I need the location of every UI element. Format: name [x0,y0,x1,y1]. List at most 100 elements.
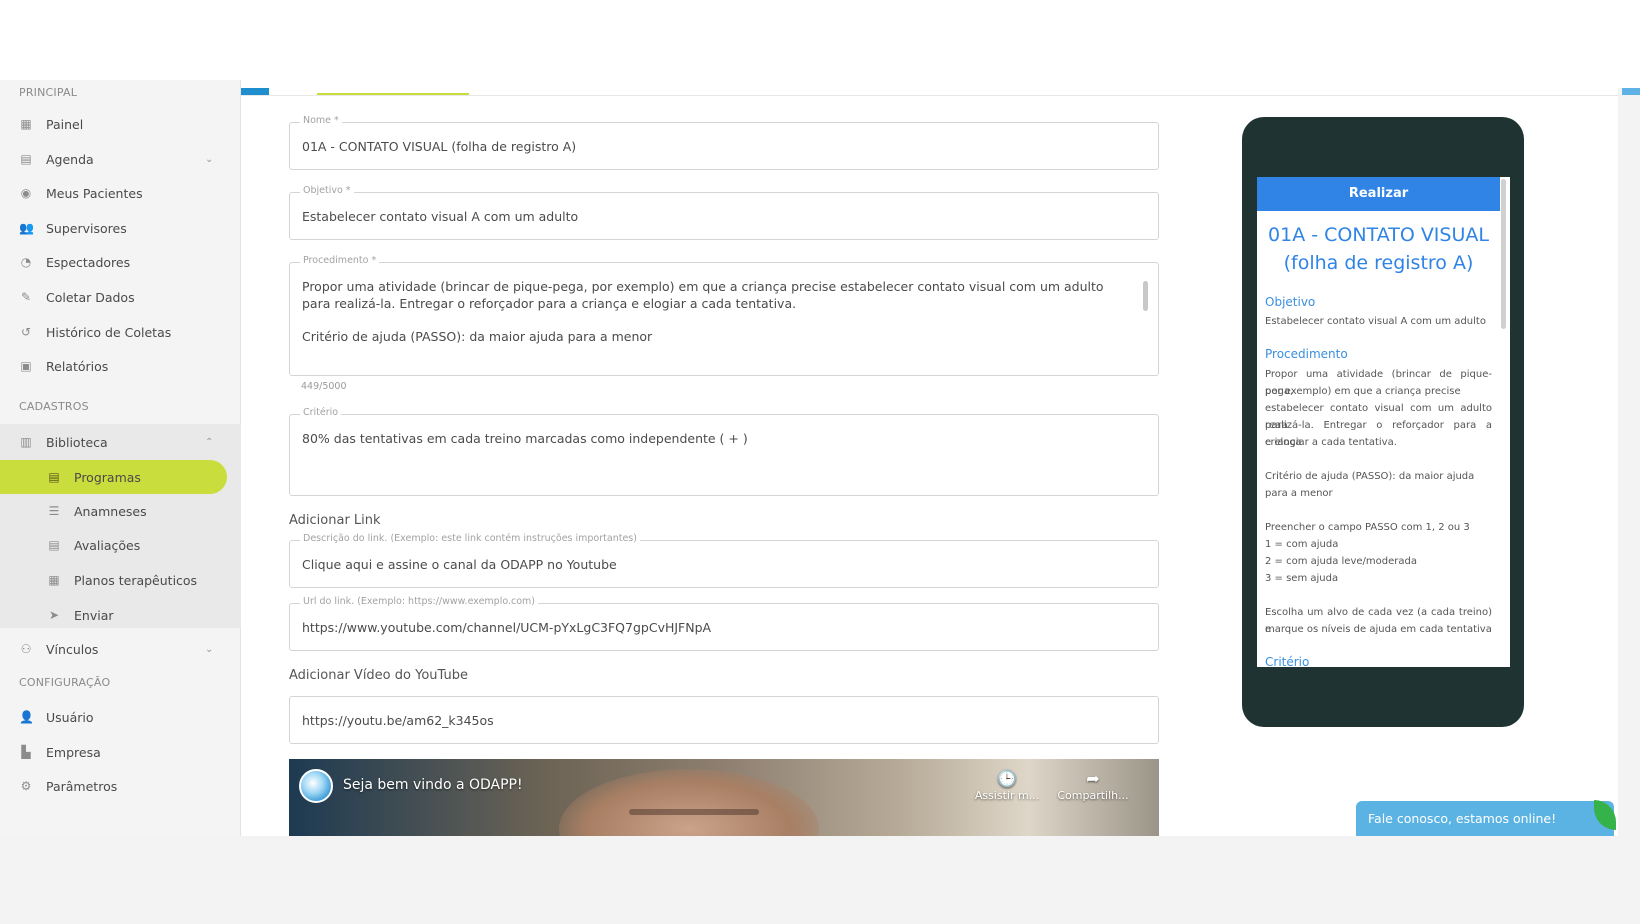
field-value: 01A - CONTATO VISUAL (folha de registro … [302,139,577,154]
sidebar-item-empresa[interactable]: ▙ Empresa [0,735,241,769]
sidebar-item-coletar-dados[interactable]: ✎ Coletar Dados [0,280,241,314]
sidebar-item-label: Supervisores [46,220,127,236]
field-value: Clique aqui e assine o canal da ODAPP no… [302,557,617,572]
history-icon: ↺ [20,325,32,339]
preview-text-line: e elogiar a cada tentativa. [1265,437,1397,448]
sidebar-item-programas[interactable]: ▤ Programas [0,460,241,494]
sidebar-item-label: Anamneses [74,503,147,519]
top-band [0,0,1640,88]
preview-text-line: Preencher o campo PASSO com 1, 2 ou 3 [1265,522,1470,533]
sidebar-item-label: Programas [74,469,141,485]
watch-later-button[interactable]: 🕒 Assistir m... [967,769,1047,802]
link-description-field[interactable]: Descrição do link. (Exemplo: este link c… [289,533,1159,588]
gear-icon: ⚙ [20,779,32,793]
char-counter: 449/5000 [301,381,347,392]
sidebar-item-parametros[interactable]: ⚙ Parâmetros [0,769,241,803]
preview-text-line: Critério de ajuda (PASSO): da maior ajud… [1265,471,1475,482]
field-label: Procedimento * [300,255,380,266]
sidebar-item-label: Planos terapêuticos [74,572,198,588]
section-principal: PRINCIPAL [19,86,78,99]
field-value: https://youtu.be/am62_k345os [302,713,494,728]
nome-field[interactable]: Nome * 01A - CONTATO VISUAL (folha de re… [289,115,1159,170]
sidebar-item-supervisores[interactable]: 👥 Supervisores [0,211,241,245]
preview-title: 01A - CONTATO VISUAL (folha de registro … [1257,221,1500,277]
preview-procedimento-heading: Procedimento [1265,347,1348,361]
field-label: Url do link. (Exemplo: https://www.exemp… [300,596,539,607]
sidebar-item-label: Biblioteca [46,434,108,450]
video-thumbnail-eyes [629,809,759,815]
sidebar-item-label: Espectadores [46,254,131,270]
preview-objetivo-heading: Objetivo [1265,295,1316,309]
sidebar-item-espectadores[interactable]: ◔ Espectadores [0,245,241,279]
network-icon: ⚇ [20,642,32,656]
sidebar-item-label: Vínculos [46,641,99,657]
procedimento-textarea[interactable]: Procedimento * Propor uma atividade (bri… [289,255,1159,376]
channel-logo-icon[interactable] [299,769,333,803]
sidebar-item-usuario[interactable]: 👤 Usuário [0,700,241,734]
chevron-up-icon: ⌃ [205,436,214,448]
sidebar-item-label: Relatórios [46,358,109,374]
textarea-scrollbar[interactable] [1143,281,1148,311]
sidebar-item-meus-pacientes[interactable]: ◉ Meus Pacientes [0,176,241,210]
video-section-heading: Adicionar Vídeo do YouTube [289,668,468,683]
sidebar-item-label: Histórico de Coletas [46,324,172,340]
viewer-icon: ◔ [20,255,32,269]
preview-criterio-heading: Critério [1265,655,1310,667]
criterio-textarea[interactable]: Critério 80% das tentativas em cada trei… [289,407,1159,496]
sidebar-item-avaliacoes[interactable]: ▤ Avaliações [0,528,241,562]
realizar-button[interactable]: Realizar [1257,177,1500,211]
calendar-icon: ▤ [20,152,32,166]
sidebar-item-planos[interactable]: ▦ Planos terapêuticos [0,563,241,597]
preview-title-line: 01A - CONTATO VISUAL [1268,224,1489,246]
field-value: 80% das tentativas em cada treino marcad… [302,431,748,446]
document-icon: ▤ [48,470,60,484]
tab-accent [241,88,269,95]
section-configuracao: CONFIGURAÇÃO [19,676,111,689]
sidebar-item-relatorios[interactable]: ▣ Relatórios [0,349,241,383]
eye-icon: ◉ [20,186,32,200]
video-thumbnail-face [559,769,819,836]
youtube-url-field[interactable]: https://youtu.be/am62_k345os [289,696,1159,744]
list-icon: ☰ [48,504,60,518]
field-label: Nome * [300,115,342,126]
plan-icon: ▦ [48,573,60,587]
link-url-field[interactable]: Url do link. (Exemplo: https://www.exemp… [289,596,1159,651]
preview-scrollbar[interactable] [1501,179,1506,329]
textarea-line: para realizá-la. Entregar o reforçador p… [302,296,797,311]
objetivo-field[interactable]: Objetivo * Estabelecer contato visual A … [289,185,1159,240]
chat-widget[interactable]: Fale conosco, estamos online! [1356,801,1614,836]
preview-text-line: 2 = com ajuda leve/moderada [1265,556,1417,567]
clock-icon: 🕒 [997,769,1017,788]
send-icon: ➤ [48,608,60,622]
preview-text-line: marque os níveis de ajuda em cada tentat… [1265,624,1492,635]
field-value: Estabelecer contato visual A com um adul… [302,209,579,224]
dashboard-icon: ▦ [20,117,32,131]
sidebar-item-biblioteca[interactable]: ▥ Biblioteca ⌃ [0,425,241,459]
sidebar-item-painel[interactable]: ▦ Painel [0,107,241,141]
field-label: Descrição do link. (Exemplo: este link c… [300,533,640,544]
share-button[interactable]: ➦ Compartilh... [1053,769,1133,802]
sidebar: PRINCIPAL ▦ Painel ▤ Agenda ⌄ ◉ Meus Pac… [0,80,241,836]
field-label: Critério [300,407,342,418]
youtube-video-player[interactable]: Seja bem vindo a ODAPP! 🕒 Assistir m... … [289,759,1159,836]
textarea-line: Propor uma atividade (brincar de pique-p… [302,279,1104,294]
sidebar-item-agenda[interactable]: ▤ Agenda ⌄ [0,142,241,176]
sidebar-item-vinculos[interactable]: ⚇ Vínculos ⌄ [0,632,241,666]
sidebar-item-label: Empresa [46,744,101,760]
sidebar-item-anamneses[interactable]: ☰ Anamneses [0,494,241,528]
chat-label: Fale conosco, estamos online! [1368,811,1557,826]
watch-later-label: Assistir m... [974,789,1040,802]
link-section-heading: Adicionar Link [289,513,381,528]
clipboard-icon: ▤ [48,538,60,552]
sidebar-item-label: Coletar Dados [46,289,135,305]
sidebar-item-enviar[interactable]: ➤ Enviar [0,598,241,632]
textarea-line: Critério de ajuda (PASSO): da maior ajud… [302,329,653,344]
sidebar-item-historico[interactable]: ↺ Histórico de Coletas [0,315,241,349]
sidebar-item-label: Usuário [46,709,94,725]
phone-preview-screen: Realizar 01A - CONTATO VISUAL (folha de … [1257,177,1510,667]
sidebar-item-label: Enviar [74,607,114,623]
active-tab-indicator [317,93,469,95]
users-icon: 👥 [19,221,34,235]
right-accent [1622,88,1640,95]
video-title[interactable]: Seja bem vindo a ODAPP! [343,777,523,793]
